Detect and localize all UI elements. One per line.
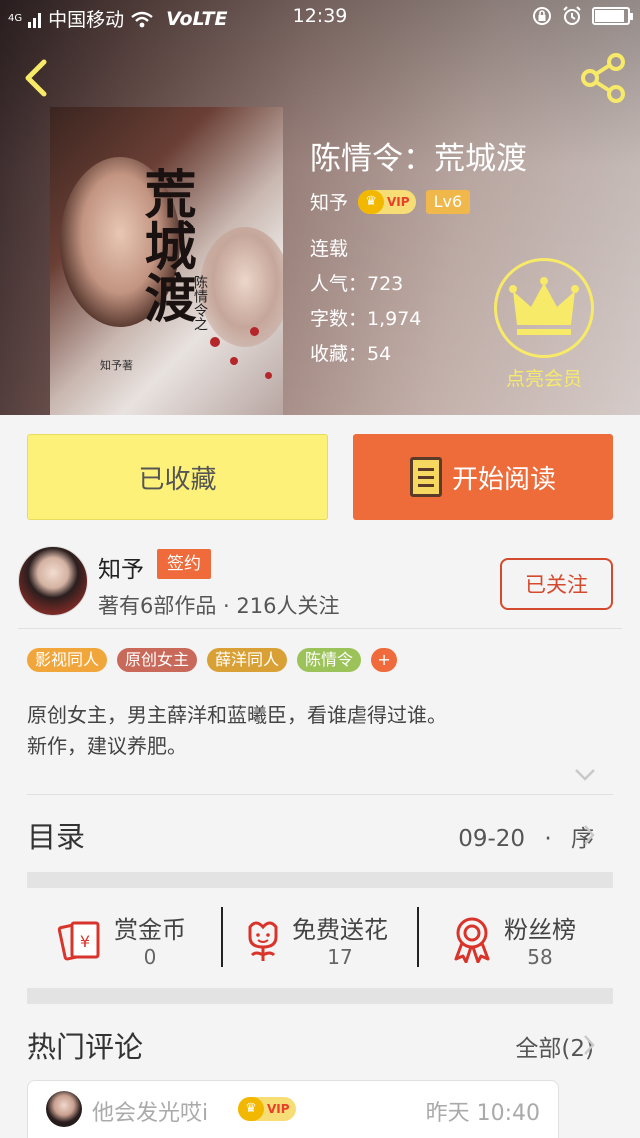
crown-icon: ♛ [358,189,385,214]
divider [27,794,613,795]
lock-rotation-icon [533,7,551,25]
commenter-name[interactable]: 他会发光哎i [92,1095,208,1127]
back-button[interactable] [14,52,58,104]
battery-icon [592,7,633,25]
reward-coin-button[interactable]: ¥ 赏金币 0 [56,908,186,970]
level-badge: Lv6 [425,189,471,214]
stat-value: 0 [143,944,157,969]
crown-icon [509,277,579,335]
book-icon [409,457,442,497]
cover-author-mark: 知予著 [100,359,133,372]
stat-value: 58 [527,944,553,969]
vip-badge: ♛ VIP [238,1097,296,1121]
share-button[interactable] [576,50,632,106]
description-line: 原创女主，男主薛洋和蓝曦臣，看谁虐得过谁。 [27,703,447,727]
add-tag-button[interactable]: + [371,648,398,672]
chevron-left-icon [25,59,47,97]
tag-list: 影视同人 原创女主 薛洋同人 陈情令 + [27,648,398,672]
follow-button[interactable]: 已关注 [500,558,613,610]
expand-description-button[interactable] [572,764,598,784]
start-reading-label: 开始阅读 [451,464,556,495]
member-button[interactable] [494,258,594,358]
author-avatar[interactable] [18,546,88,616]
catalog-date: 09-20 [458,826,526,852]
cover-title: 荒城渡 [135,167,196,323]
cover-subtitle: 陈情令之 [192,275,208,331]
red-envelope-icon: ¥ [57,921,100,961]
crown-icon: ♛ [238,1097,264,1121]
status-bar: 4G 中国移动 VoLTE 12:39 [0,0,640,32]
commenter-avatar[interactable] [46,1091,82,1127]
collected-button[interactable]: 已收藏 [27,434,328,520]
chevron-down-icon [575,769,595,781]
book-title: 陈情令：荒城渡 [310,141,527,177]
start-reading-button[interactable]: 开始阅读 [353,434,613,520]
flower-icon [248,921,278,961]
stat-label: 粉丝榜 [504,915,576,944]
word-count: 字数：1,974 [310,308,422,330]
signed-badge: 签约 [157,549,211,579]
description-line: 新作，建议养肥。 [27,734,187,758]
chevron-right-icon [584,825,595,845]
book-cover[interactable]: 荒城渡 陈情令之 知予著 [50,107,283,415]
comment-card[interactable]: 他会发光哎i ♛ VIP 昨天 10:40 [27,1080,559,1138]
author-profile-name[interactable]: 知予 [98,550,144,584]
serial-status: 连载 [310,238,349,260]
svg-text:¥: ¥ [80,932,90,951]
tag-item[interactable]: 陈情令 [297,648,362,672]
tag-item[interactable]: 影视同人 [27,648,108,672]
ribbon-medal-icon [454,917,490,963]
hot-comments-title: 热门评论 [27,1030,144,1064]
stat-label: 免费送花 [292,915,388,944]
member-label[interactable]: 点亮会员 [494,364,594,391]
author-stats: 著有6部作品 · 216人关注 [98,594,340,618]
chevron-right-icon [584,1035,595,1055]
stat-label: 赏金币 [114,915,186,944]
book-description: 原创女主，男主薛洋和蓝曦臣，看谁虐得过谁。 新作，建议养肥。 [27,700,617,762]
tag-item[interactable]: 薛洋同人 [207,648,288,672]
author-name[interactable]: 知予 [310,188,348,215]
vip-badge: ♛ VIP [358,189,416,214]
catalog-latest[interactable]: 09-20 · 序 [458,819,594,853]
tag-item[interactable]: 原创女主 [117,648,198,672]
stat-value: 17 [327,944,353,969]
alarm-icon [563,6,581,25]
share-icon [581,53,625,103]
popularity: 人气：723 [310,273,404,295]
collection-count: 收藏：54 [310,343,392,365]
book-detail-screen: 4G 中国移动 VoLTE 12:39 荒城渡 陈情令之 知予著 陈情令：荒城渡… [0,0,640,1138]
comment-time: 昨天 10:40 [425,1101,540,1126]
free-flower-button[interactable]: 免费送花 17 [242,908,388,970]
fan-ranking-button[interactable]: 粉丝榜 58 [450,908,576,970]
catalog-title[interactable]: 目录 [27,814,85,856]
divider [18,628,622,629]
author-row: 知予 ♛ VIP Lv6 [310,188,471,215]
